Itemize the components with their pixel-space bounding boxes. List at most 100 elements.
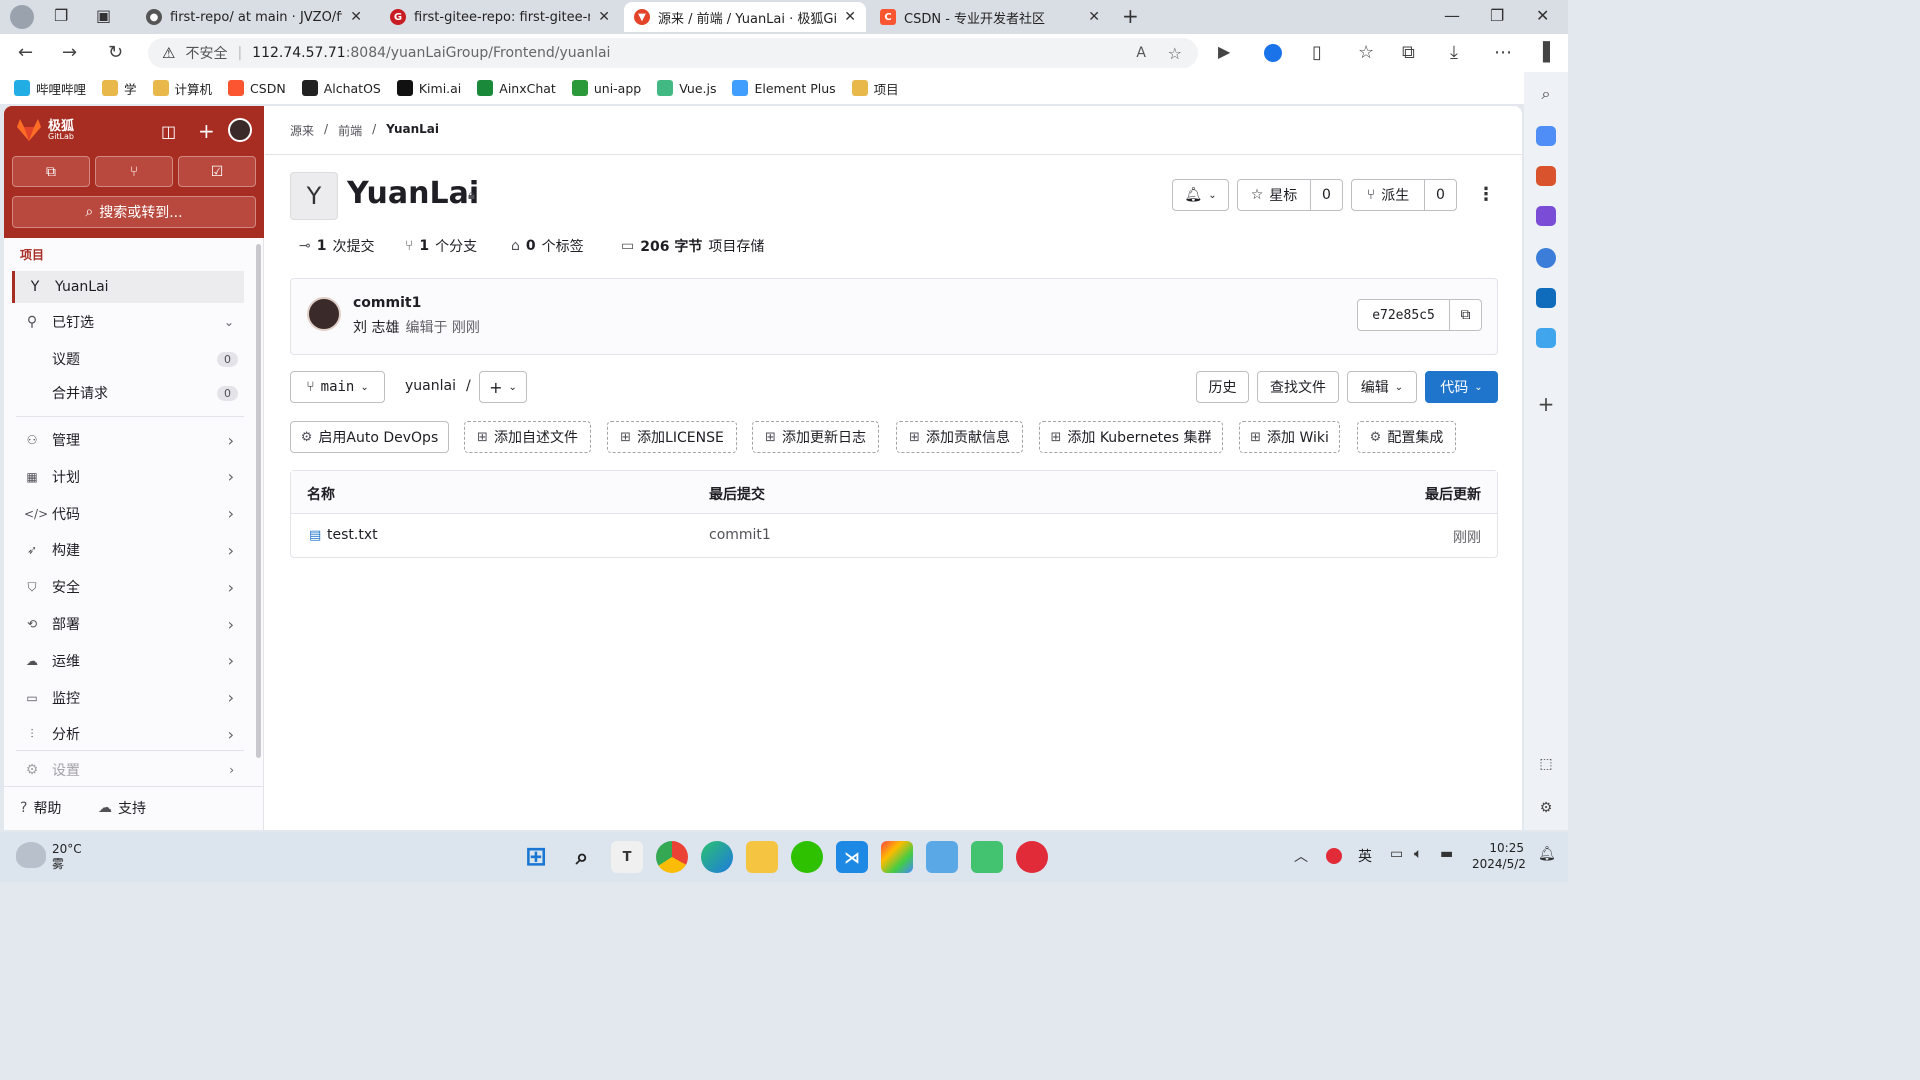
help-button[interactable]: ? 帮助	[20, 798, 61, 818]
user-avatar[interactable]	[228, 118, 252, 142]
reload-icon[interactable]: ↻	[108, 42, 123, 63]
input-language[interactable]: 英	[1358, 846, 1372, 866]
search-button[interactable]: ⌕ 搜索或转到...	[12, 196, 256, 228]
quick-action-button[interactable]: ⊞ 添加更新日志	[752, 421, 879, 453]
quick-action-button[interactable]: ⚙ 配置集成	[1357, 421, 1456, 453]
bookmark-item[interactable]: uni-app	[571, 80, 641, 96]
todos-button[interactable]: ☑	[178, 156, 256, 187]
wechat-icon[interactable]	[791, 841, 823, 873]
edge-icon[interactable]	[701, 841, 733, 873]
forward-icon[interactable]: →	[62, 42, 77, 63]
sidebar-item-merge-requests[interactable]: 合并请求 0	[12, 377, 244, 409]
breadcrumb-item[interactable]: 源来	[290, 122, 314, 139]
quick-action-button[interactable]: ⊞ 添加LICENSE	[607, 421, 737, 453]
download-icon[interactable]: ⤓	[1450, 42, 1458, 63]
read-aloud-icon[interactable]: A	[1136, 45, 1146, 61]
fork-button[interactable]: ⑂ 派生	[1351, 179, 1425, 211]
star-button[interactable]: ☆ 星标	[1237, 179, 1311, 211]
fork-count[interactable]: 0	[1424, 179, 1457, 211]
remote-desktop-icon[interactable]	[971, 841, 1003, 873]
add-to-tree-button[interactable]: + ⌄	[479, 371, 527, 403]
maximize-icon[interactable]: ❐	[1490, 6, 1504, 25]
close-icon[interactable]: ✕	[1088, 9, 1100, 25]
file-explorer-icon[interactable]	[746, 841, 778, 873]
sidebar-item-settings[interactable]: ⚙ 设置 ›	[12, 754, 244, 786]
m365-icon[interactable]	[1536, 248, 1556, 268]
tools-icon[interactable]	[1536, 166, 1556, 186]
weather-widget[interactable]: 20°C 雾	[52, 842, 82, 872]
sidebar-scrollbar[interactable]	[256, 244, 261, 758]
table-row[interactable]: ▤ test.txt commit1 刚刚	[291, 515, 1497, 558]
find-file-button[interactable]: 查找文件	[1257, 371, 1339, 403]
sidebar-item-cloud[interactable]: ☁ 运维 ›	[12, 645, 244, 677]
workspaces-icon[interactable]: ❐	[54, 6, 68, 25]
code-button[interactable]: 代码 ⌄	[1425, 371, 1498, 403]
split-screen-icon[interactable]: ▯	[1312, 42, 1322, 63]
bookmark-item[interactable]: 项目	[851, 79, 899, 98]
play-icon[interactable]: ▶	[1218, 42, 1230, 61]
tray-music-icon[interactable]	[1326, 848, 1342, 864]
file-commit[interactable]: commit1	[709, 527, 771, 543]
new-tab-icon[interactable]: +	[1122, 4, 1139, 28]
sidebar-item-rocket[interactable]: ➶ 构建 ›	[12, 534, 244, 566]
tab-gitlab-active[interactable]: ▼ 源来 / 前端 / YuanLai · 极狐GitLa ✕	[624, 2, 866, 32]
collapse-sidebar-icon[interactable]: ◫	[161, 122, 176, 141]
bookmark-item[interactable]: 学	[102, 79, 137, 98]
notification-icon[interactable]: 🔔︎	[1538, 846, 1556, 862]
notification-button[interactable]: 🔔︎ ⌄	[1172, 179, 1229, 211]
search-icon[interactable]: ⌕	[566, 841, 598, 873]
author-avatar[interactable]	[307, 297, 341, 331]
extension-icon[interactable]	[1264, 44, 1282, 62]
sidebar-item-chart[interactable]: ⫶ 分析 ›	[12, 718, 244, 750]
quick-action-button[interactable]: ⊞ 添加 Wiki	[1239, 421, 1340, 453]
sidebar-item-deploy[interactable]: ⟲ 部署 ›	[12, 608, 244, 640]
bookmark-item[interactable]: AinxChat	[477, 80, 556, 96]
tab-csdn[interactable]: C CSDN - 专业开发者社区 ✕	[870, 2, 1110, 32]
sidebar-item-monitor[interactable]: ▭ 监控 ›	[12, 682, 244, 714]
commit-sha[interactable]: e72e85c5	[1357, 299, 1450, 331]
notepad-icon[interactable]	[926, 841, 958, 873]
bookmark-item[interactable]: 计算机	[152, 79, 212, 98]
star-count[interactable]: 0	[1310, 179, 1343, 211]
commit-title[interactable]: commit1	[353, 295, 421, 311]
sidebar-item-issues[interactable]: 议题 0	[12, 343, 244, 375]
quick-action-button[interactable]: ⊞ 添加 Kubernetes 集群	[1039, 421, 1223, 453]
bookmark-item[interactable]: AlchatOS	[301, 80, 381, 96]
favorites-icon[interactable]: ☆	[1358, 42, 1374, 63]
close-window-icon[interactable]: ✕	[1536, 6, 1549, 25]
chrome-icon[interactable]	[656, 841, 688, 873]
battery-icon[interactable]: ▬	[1440, 846, 1453, 862]
minimize-icon[interactable]: —	[1444, 6, 1460, 25]
close-icon[interactable]: ✕	[844, 9, 856, 25]
bookmark-item[interactable]: 哔哩哔哩	[14, 79, 86, 98]
sidebar-item-code[interactable]: </> 代码 ›	[12, 498, 244, 530]
commit-author[interactable]: 刘 志雄	[353, 317, 399, 337]
quick-action-button[interactable]: ⚙ 启用Auto DevOps	[290, 421, 449, 453]
edit-button[interactable]: 编辑 ⌄	[1347, 371, 1417, 403]
tab-gitee[interactable]: G first-gitee-repo: first-gitee-repo ✕	[380, 2, 620, 32]
path-root[interactable]: yuanlai	[405, 378, 456, 394]
merge-requests-button[interactable]: ⑂	[95, 156, 173, 187]
stat-storage[interactable]: ▭ 206 字节 项目存储	[621, 236, 764, 256]
quick-action-button[interactable]: ⊞ 添加贡献信息	[896, 421, 1023, 453]
bookmark-item[interactable]: Element Plus	[732, 80, 836, 96]
url-field[interactable]: ⚠ 不安全 | 112.74.57.71:8084/yuanLaiGroup/F…	[148, 38, 1198, 68]
create-new-icon[interactable]: +	[198, 119, 215, 143]
games-icon[interactable]	[1536, 206, 1556, 226]
branch-selector[interactable]: ⑂ main ⌄	[290, 371, 385, 403]
app-icon[interactable]	[881, 841, 913, 873]
tray-expand-icon[interactable]: ︿	[1294, 846, 1308, 866]
history-button[interactable]: 历史	[1196, 371, 1249, 403]
more-actions-icon[interactable]: ⋮	[1477, 184, 1495, 205]
breadcrumb-item[interactable]: YuanLai	[386, 122, 439, 139]
close-icon[interactable]: ✕	[350, 9, 362, 25]
sidebar-item-project[interactable]: Y YuanLai	[12, 271, 244, 303]
vscode-icon[interactable]: ⋊	[836, 841, 868, 873]
tab-github[interactable]: ● first-repo/ at main · JVZO/first-re ✕	[136, 2, 372, 32]
file-name[interactable]: test.txt	[327, 527, 378, 543]
copilot-icon[interactable]	[1536, 126, 1556, 146]
more-icon[interactable]: ⋯	[1494, 42, 1512, 63]
sidebar-item-shield[interactable]: ⛉ 安全 ›	[12, 571, 244, 603]
favorite-star-icon[interactable]: ☆	[1168, 44, 1182, 63]
back-icon[interactable]: ←	[18, 42, 33, 63]
